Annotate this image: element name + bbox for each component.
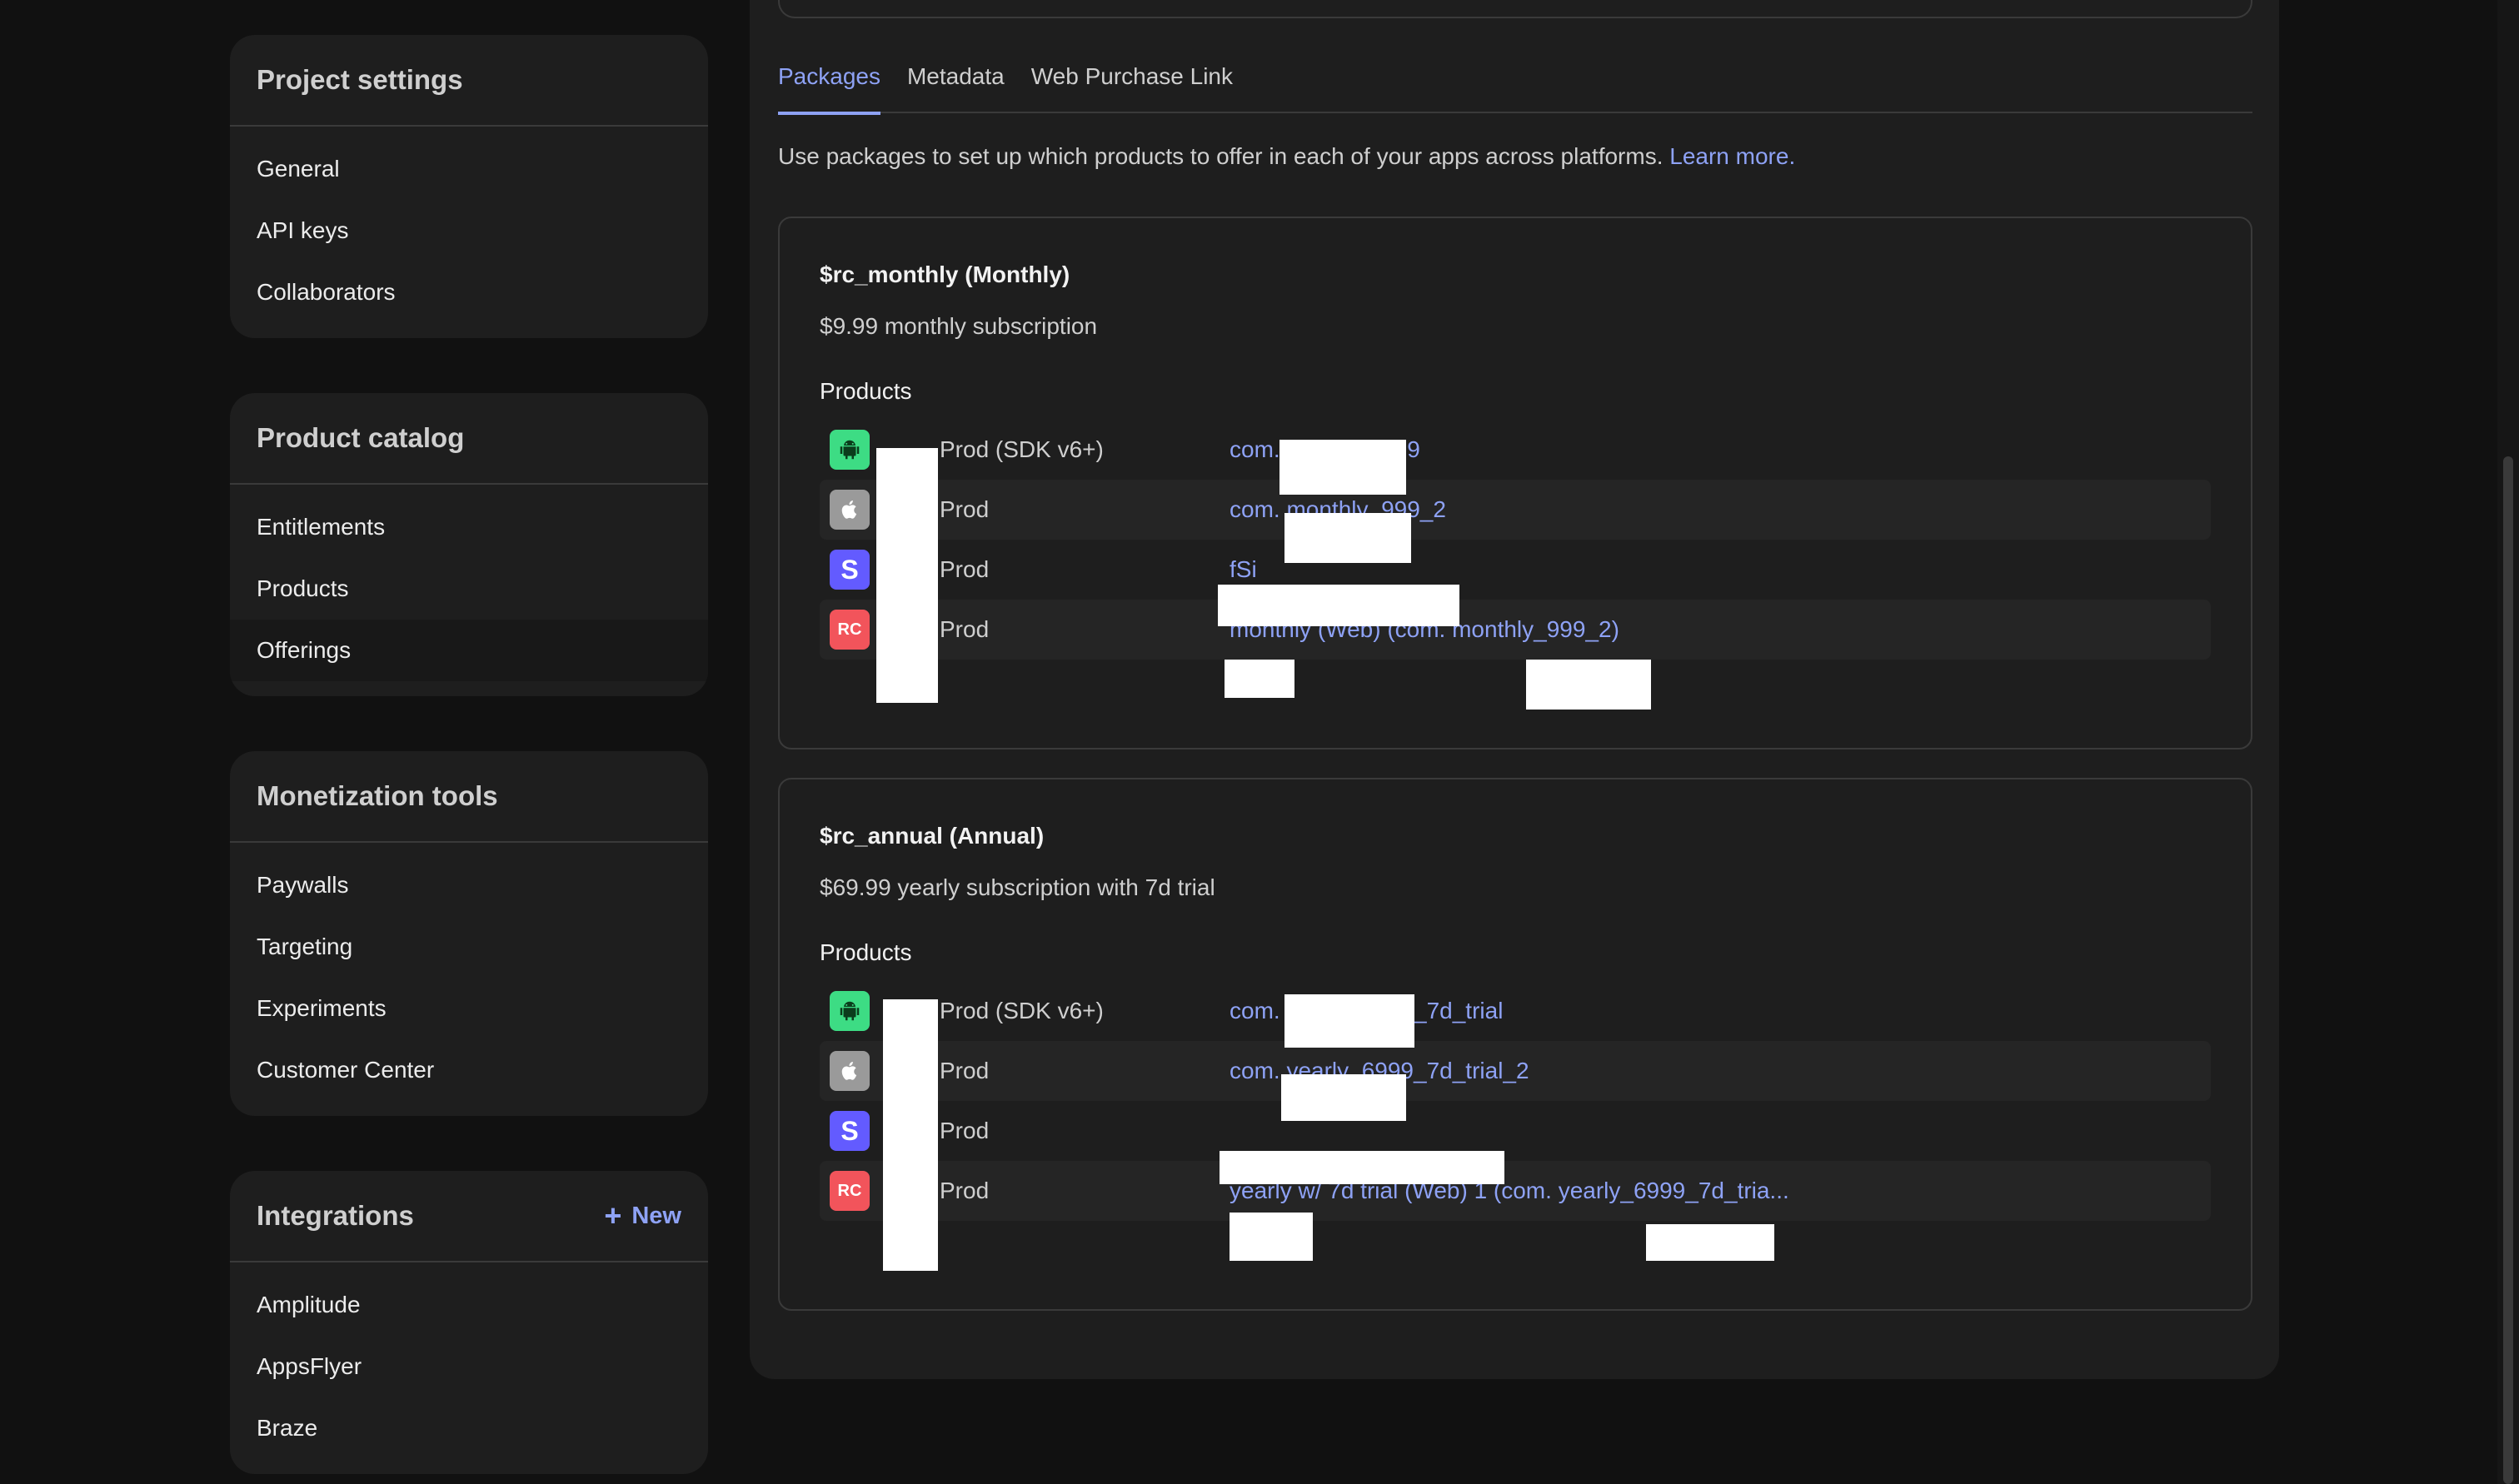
- sidebar-item-paywalls[interactable]: Paywalls: [230, 854, 708, 916]
- offering-panel: Packages Metadata Web Purchase Link Use …: [750, 0, 2279, 1379]
- product-row-apple: Prod com. yearly_6999_7d_trial_2: [820, 1041, 2211, 1101]
- package-description: $69.99 yearly subscription with 7d trial: [820, 874, 1215, 900]
- redaction-block: [1284, 994, 1414, 1048]
- product-name: Prod: [940, 1178, 990, 1203]
- package-name: $rc_annual (Annual): [820, 823, 1045, 849]
- revenuecat-icon: RC: [830, 610, 870, 650]
- revenuecat-icon: RC: [830, 1171, 870, 1211]
- integrations-title: Integrations: [257, 1200, 414, 1231]
- sidebar-item-amplitude[interactable]: Amplitude: [230, 1274, 708, 1336]
- sidebar-item-appsflyer[interactable]: AppsFlyer: [230, 1336, 708, 1397]
- monetization-tools-header: Monetization tools: [230, 751, 708, 843]
- sidebar-item-api-keys[interactable]: API keys: [230, 200, 708, 261]
- redaction-block: [883, 999, 938, 1271]
- product-name: Prod: [940, 1118, 990, 1143]
- product-name: Prod: [940, 1058, 990, 1083]
- products-label: Products: [820, 378, 912, 404]
- sidebar-item-general[interactable]: General: [230, 138, 708, 200]
- product-catalog-title: Product catalog: [257, 422, 465, 453]
- previous-section-box: [778, 0, 2252, 18]
- sidebar: Project settings General API keys Collab…: [230, 35, 708, 1484]
- new-integration-button[interactable]: + New: [604, 1201, 681, 1231]
- sidebar-item-entitlements[interactable]: Entitlements: [230, 496, 708, 558]
- scrollbar-thumb[interactable]: [2503, 456, 2513, 1484]
- sidebar-item-customer-center[interactable]: Customer Center: [230, 1039, 708, 1101]
- redaction-block: [1526, 660, 1651, 710]
- redaction-block: [1220, 1151, 1504, 1184]
- sidebar-item-offerings[interactable]: Offerings: [230, 620, 708, 681]
- monetization-tools-title: Monetization tools: [257, 780, 498, 811]
- products-label: Products: [820, 939, 912, 965]
- product-catalog-section: Product catalog Entitlements Products Of…: [230, 393, 708, 696]
- apple-icon: [830, 490, 870, 530]
- apple-icon: [830, 1051, 870, 1091]
- redaction-block: [876, 448, 938, 703]
- project-settings-header: Project settings: [230, 35, 708, 127]
- android-icon: [830, 991, 870, 1031]
- product-name: Prod: [940, 556, 990, 582]
- tab-web-purchase-link[interactable]: Web Purchase Link: [1031, 48, 1233, 113]
- redaction-block: [1284, 513, 1411, 563]
- sidebar-item-braze[interactable]: Braze: [230, 1397, 708, 1459]
- product-name: Prod: [940, 496, 990, 522]
- project-settings-title: Project settings: [257, 64, 463, 95]
- sidebar-item-targeting[interactable]: Targeting: [230, 916, 708, 978]
- redaction-block: [1279, 440, 1406, 495]
- learn-more-link[interactable]: Learn more.: [1669, 143, 1795, 169]
- offering-tabs: Packages Metadata Web Purchase Link: [778, 48, 2252, 115]
- product-row-revenuecat: RC Prod yearly w/ 7d trial (Web) 1 (com.…: [820, 1161, 2211, 1221]
- package-name: $rc_monthly (Monthly): [820, 261, 1070, 287]
- tab-metadata[interactable]: Metadata: [907, 48, 1005, 113]
- new-integration-label: New: [631, 1202, 681, 1229]
- scrollbar-track[interactable]: [2497, 0, 2519, 1484]
- product-name: Prod: [940, 616, 990, 642]
- redaction-block: [1225, 660, 1294, 698]
- package-card-monthly: $rc_monthly (Monthly) $9.99 monthly subs…: [778, 217, 2252, 749]
- integrations-header: Integrations + New: [230, 1171, 708, 1262]
- redaction-block: [1646, 1224, 1774, 1261]
- stripe-icon: S: [830, 1111, 870, 1151]
- stripe-icon: S: [830, 550, 870, 590]
- product-name: Prod (SDK v6+): [940, 436, 1104, 462]
- redaction-block: [1218, 585, 1459, 626]
- product-row-stripe: S Prod fSi: [820, 540, 2211, 600]
- plus-icon: +: [604, 1198, 622, 1233]
- product-row-stripe: S Prod: [820, 1101, 2211, 1161]
- product-row-android: Prod (SDK v6+) com. yearly_6999_7d_trial: [820, 981, 2211, 1041]
- product-row-android: Prod (SDK v6+) com. monthly_999: [820, 420, 2211, 480]
- monetization-tools-section: Monetization tools Paywalls Targeting Ex…: [230, 751, 708, 1116]
- package-description: $9.99 monthly subscription: [820, 313, 1098, 339]
- sidebar-item-products[interactable]: Products: [230, 558, 708, 620]
- packages-description-text: Use packages to set up which products to…: [778, 143, 1664, 169]
- sidebar-item-experiments[interactable]: Experiments: [230, 978, 708, 1039]
- product-catalog-header: Product catalog: [230, 393, 708, 485]
- sidebar-item-collaborators[interactable]: Collaborators: [230, 261, 708, 323]
- redaction-block: [1281, 1074, 1406, 1121]
- integrations-section: Integrations + New Amplitude AppsFlyer B…: [230, 1171, 708, 1474]
- redaction-block: [1230, 1213, 1313, 1261]
- project-settings-section: Project settings General API keys Collab…: [230, 35, 708, 338]
- package-card-annual: $rc_annual (Annual) $69.99 yearly subscr…: [778, 778, 2252, 1311]
- android-icon: [830, 430, 870, 470]
- product-identifier-link[interactable]: fSi: [1230, 556, 1257, 583]
- product-row-revenuecat: RC Prod monthly (Web) (com. monthly_999_…: [820, 600, 2211, 660]
- product-row-apple: Prod com. monthly_999_2: [820, 480, 2211, 540]
- packages-description: Use packages to set up which products to…: [778, 143, 1795, 170]
- product-name: Prod (SDK v6+): [940, 998, 1104, 1023]
- tab-packages[interactable]: Packages: [778, 48, 880, 115]
